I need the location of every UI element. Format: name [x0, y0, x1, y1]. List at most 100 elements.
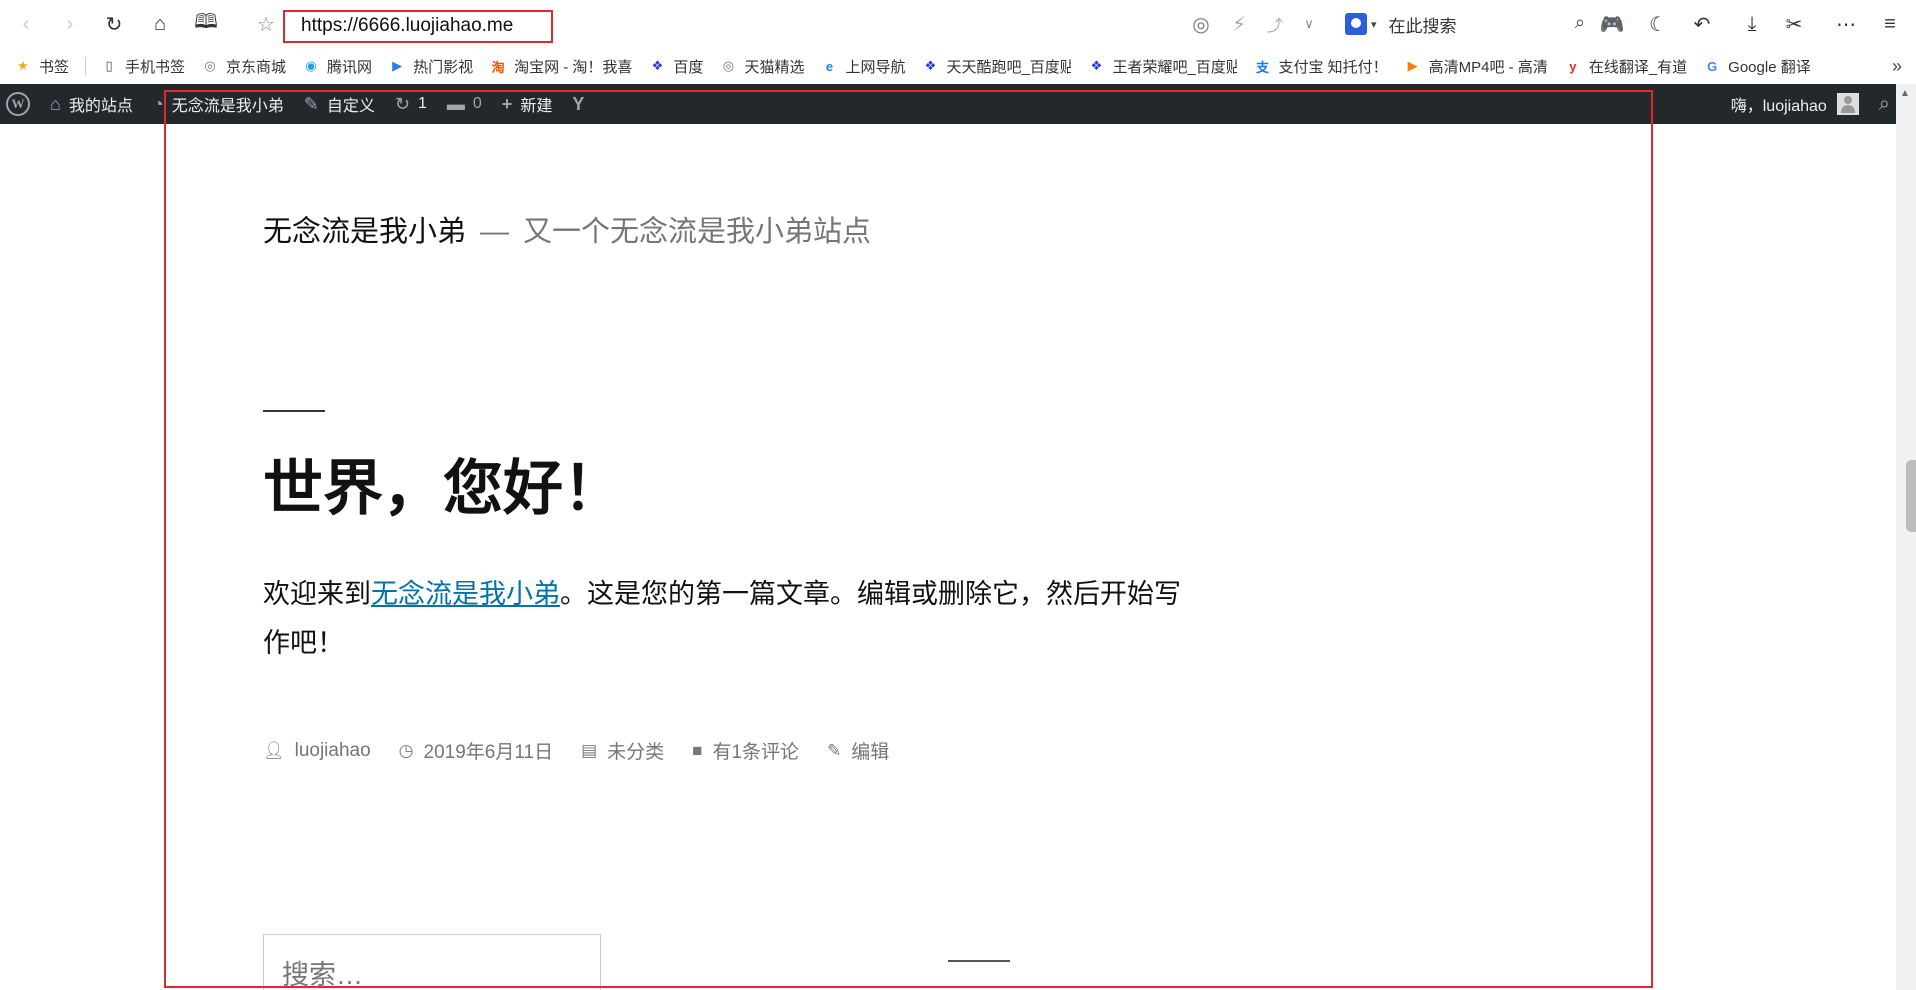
new-label: 新建: [520, 98, 553, 115]
sidebar-search-input[interactable]: 搜索…: [263, 934, 601, 990]
updates-count: 1: [417, 95, 427, 112]
search-icon: ⌕: [1878, 92, 1890, 115]
bookmark-item[interactable]: ◎ 天猫精选: [719, 56, 805, 77]
undo-icon[interactable]: ↶: [1688, 10, 1716, 38]
site-name-menu[interactable]: ◔ 无念流是我小弟: [143, 84, 294, 124]
bookmark-label: 天猫精选: [744, 58, 805, 76]
bookmark-label: 支付宝 知托付！: [1278, 58, 1388, 76]
bookmark-item[interactable]: G Google 翻译: [1703, 56, 1811, 77]
bookmark-item[interactable]: ▯ 手机书签: [100, 56, 185, 77]
home-icon[interactable]: ⌂: [146, 10, 174, 38]
bookmark-item[interactable]: ❖ 天天酷跑吧_百度贴: [921, 56, 1072, 77]
bookmark-item[interactable]: ◎ 京东商城: [201, 56, 286, 77]
baidu-engine-icon[interactable]: [1345, 13, 1367, 35]
bookmark-item[interactable]: ▶ 高清MP4吧 - 高清: [1404, 56, 1548, 77]
scroll-up-arrow-icon[interactable]: ▲: [1900, 88, 1910, 99]
chevron-down-icon[interactable]: ▾: [1371, 18, 1377, 31]
bookmark-label: 天天酷跑吧_百度贴: [946, 58, 1072, 76]
translate-icon: G: [1707, 58, 1718, 74]
bookmark-label: 腾讯网: [327, 58, 373, 76]
updates-menu[interactable]: ↻ 1: [385, 84, 437, 124]
forward-icon[interactable]: ›: [56, 10, 84, 38]
widget-divider: [948, 960, 1010, 962]
site-description: 又一个无念流是我小弟站点: [523, 216, 872, 248]
post-title[interactable]: 世界，您好！: [263, 440, 623, 527]
comments-menu[interactable]: ▬ 0: [437, 84, 492, 124]
baidu-paw-icon: ❖: [1090, 58, 1103, 73]
scissors-icon[interactable]: ✂: [1780, 10, 1808, 38]
post-date-link[interactable]: 2019年6月11日: [424, 737, 554, 764]
post-category-link[interactable]: 未分类: [607, 737, 664, 764]
share-icon[interactable]: ⤴: [1261, 10, 1289, 38]
bookmark-item[interactable]: y 在线翻译_有道: [1564, 56, 1687, 77]
search-icon[interactable]: ⌕: [1575, 12, 1585, 33]
alipay-icon: 支: [1255, 59, 1269, 75]
bookmark-label: 百度: [673, 58, 704, 76]
search-widget-placeholder: 搜索…: [282, 960, 363, 990]
bookmark-item[interactable]: ❖ 王者荣耀吧_百度贴: [1087, 56, 1238, 77]
clock-icon: ◷: [398, 740, 414, 760]
night-mode-icon[interactable]: ☾: [1644, 10, 1672, 38]
bookmark-label: 书签: [39, 58, 70, 76]
person-icon: 👤︎: [263, 740, 285, 760]
compat-mode-icon[interactable]: ◎: [1187, 10, 1215, 38]
page-scrollbar[interactable]: [1896, 84, 1916, 990]
taobao-icon: 淘: [491, 59, 505, 75]
customize-menu[interactable]: ✎ 自定义: [294, 84, 385, 124]
bookmark-item[interactable]: ★ 书签: [14, 56, 69, 77]
site-name-label: 无念流是我小弟: [171, 98, 284, 115]
browser-toolbar: ‹ › ↻ ⌂ 🕮 ☆ https://6666.luojiahao.me ◎ …: [0, 0, 1916, 48]
post-comments-link[interactable]: 有1条评论: [712, 737, 799, 764]
comment-icon: ■: [692, 740, 703, 760]
star-icon: ★: [17, 58, 29, 73]
meta-edit: ✎ 编辑: [827, 737, 889, 764]
game-controller-icon[interactable]: 🎮: [1598, 10, 1626, 38]
my-site-menu[interactable]: ⌂ 我的站点: [40, 84, 143, 124]
bookmark-label: 在线翻译_有道: [1588, 58, 1688, 76]
meta-author: 👤︎ luojiahao: [263, 740, 371, 762]
comments-count: 0: [472, 95, 482, 112]
download-icon[interactable]: ⤓: [1738, 10, 1766, 38]
admin-search[interactable]: ⌕: [1869, 84, 1896, 124]
paintbrush-icon: ✎: [303, 93, 319, 114]
wp-logo-menu[interactable]: W: [0, 84, 40, 124]
account-menu[interactable]: 嗨，luojiahao: [1721, 84, 1869, 124]
back-icon[interactable]: ‹: [12, 10, 40, 38]
yoast-icon: Y: [572, 93, 585, 114]
bookmark-star-icon[interactable]: ☆: [252, 10, 280, 38]
globe-icon: ◎: [722, 58, 735, 73]
bookmark-separator: [85, 57, 87, 75]
youdao-icon: y: [1569, 58, 1577, 74]
site-title[interactable]: 无念流是我小弟: [263, 216, 466, 248]
reload-icon[interactable]: ↻: [100, 10, 128, 38]
bookmark-item[interactable]: e 上网导航: [820, 56, 906, 77]
reading-mode-icon[interactable]: 🕮: [192, 10, 220, 38]
double-chevron-icon[interactable]: »: [1892, 56, 1902, 77]
scrollbar-thumb[interactable]: [1906, 460, 1916, 532]
bookmark-item[interactable]: 支支付宝 知托付！: [1253, 56, 1388, 77]
post-edit-link[interactable]: 编辑: [851, 737, 889, 764]
wordpress-logo-icon: W: [6, 92, 30, 116]
bookmark-label: 热门影视: [413, 58, 474, 76]
dashboard-gauge-icon: ◔: [152, 93, 164, 114]
site-home-link[interactable]: 无念流是我小弟: [371, 579, 560, 609]
bookmark-item[interactable]: ◉ 腾讯网: [302, 56, 372, 77]
more-menu-icon[interactable]: ⋯: [1832, 10, 1860, 38]
video-icon: ▶: [1407, 58, 1418, 73]
yoast-seo-menu[interactable]: Y: [562, 84, 602, 124]
speed-mode-icon[interactable]: ⚡: [1225, 10, 1253, 38]
post-author-link[interactable]: luojiahao: [295, 740, 371, 762]
plus-icon: +: [501, 93, 513, 114]
bookmark-item[interactable]: ▶ 热门影视: [388, 56, 473, 77]
globe-icon: ◎: [204, 58, 216, 73]
hamburger-menu-icon[interactable]: ≡: [1876, 10, 1904, 38]
search-bar[interactable]: ▾ 在此搜索 ⌕: [1345, 8, 1585, 40]
bookmark-item[interactable]: 淘淘宝网 - 淘！我喜: [489, 56, 633, 77]
dropdown-chevron-icon[interactable]: ∨: [1295, 10, 1323, 38]
address-bar[interactable]: https://6666.luojiahao.me: [283, 10, 553, 43]
new-content-menu[interactable]: + 新建: [492, 84, 563, 124]
ie-icon: e: [825, 58, 834, 74]
baidu-paw-icon: ❖: [651, 58, 664, 73]
meta-comments: ■ 有1条评论: [692, 737, 799, 764]
bookmark-item[interactable]: ❖ 百度: [648, 56, 704, 77]
